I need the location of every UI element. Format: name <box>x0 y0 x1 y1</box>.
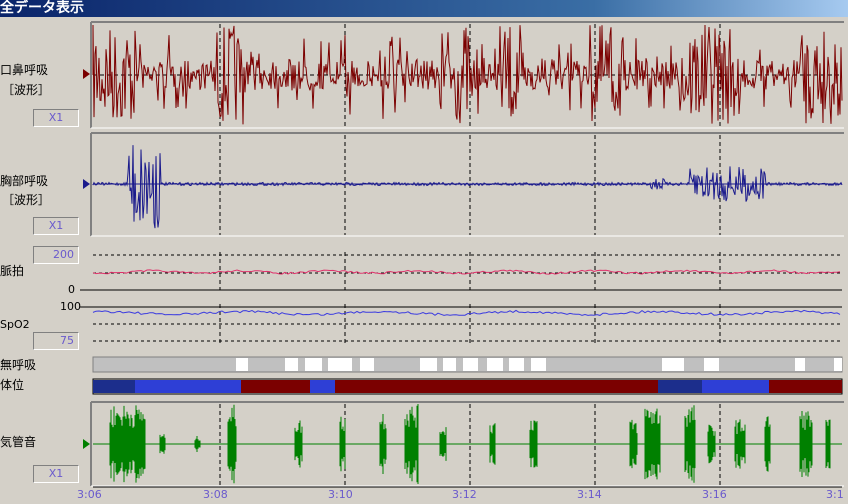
time-tick-6: 3:1 <box>826 488 844 501</box>
time-tick-5: 3:16 <box>702 488 727 501</box>
position-segment-4 <box>335 380 658 393</box>
tracheal-marker-icon <box>83 439 90 449</box>
apnea-event-1 <box>285 358 298 371</box>
oronasal-marker-icon <box>83 69 90 79</box>
signal-plot-area <box>80 21 844 488</box>
position-segment-1 <box>135 380 241 393</box>
position-segment-2 <box>241 380 310 393</box>
apnea-event-7 <box>463 358 478 371</box>
apnea-event-14 <box>834 358 842 371</box>
apnea-event-8 <box>487 358 503 371</box>
chest-sublabel: ［波形］ <box>2 193 51 207</box>
apnea-event-12 <box>704 358 719 371</box>
apnea-event-6 <box>443 358 456 371</box>
time-tick-1: 3:08 <box>203 488 228 501</box>
position-segment-7 <box>769 380 842 393</box>
apnea-event-2 <box>305 358 322 371</box>
position-segment-6 <box>702 380 769 393</box>
oronasal-sublabel: ［波形］ <box>2 83 51 97</box>
apnea-event-9 <box>509 358 524 371</box>
chest-label: 胸部呼吸 <box>0 174 49 188</box>
spo2-trend-line <box>92 309 841 316</box>
apnea-event-13 <box>795 358 805 371</box>
pulse-label: 脈拍 <box>0 264 25 278</box>
position-label: 体位 <box>0 378 25 392</box>
time-tick-3: 3:12 <box>452 488 477 501</box>
spo2-min-field[interactable]: 75 <box>33 332 79 350</box>
pulse-min-label: 0 <box>68 283 75 296</box>
oronasal-label: 口鼻呼吸 <box>0 63 49 77</box>
time-tick-0: 3:06 <box>77 488 102 501</box>
apnea-event-3 <box>328 358 352 371</box>
oronasal-scale-field[interactable]: X1 <box>33 109 79 127</box>
apnea-event-10 <box>531 358 546 371</box>
position-segment-3 <box>310 380 335 393</box>
position-segment-5 <box>658 380 702 393</box>
pulse-trend-line <box>92 269 841 275</box>
spo2-max-label: 100 <box>60 300 81 313</box>
apnea-event-5 <box>420 358 437 371</box>
time-tick-2: 3:10 <box>328 488 353 501</box>
tracheal-label: 気管音 <box>0 435 37 449</box>
chest-marker-icon <box>83 179 90 189</box>
apnea-label: 無呼吸 <box>0 358 37 372</box>
apnea-event-11 <box>662 358 684 371</box>
tracheal-scale-field[interactable]: X1 <box>33 465 79 483</box>
pulse-max-field[interactable]: 200 <box>33 246 79 264</box>
apnea-event-4 <box>360 358 374 371</box>
position-segment-0 <box>93 380 135 393</box>
spo2-label: SpO2 <box>0 318 30 331</box>
apnea-event-0 <box>236 358 248 371</box>
time-tick-4: 3:14 <box>577 488 602 501</box>
chest-scale-field[interactable]: X1 <box>33 217 79 235</box>
